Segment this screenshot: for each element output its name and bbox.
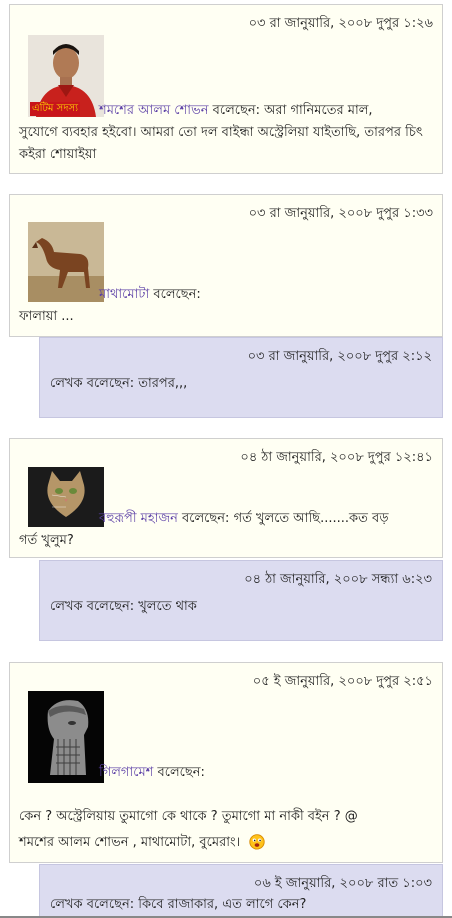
comment-body: শমশের আলম শোভন বলেছেন: অরা গানিমতের মাল,… bbox=[19, 100, 434, 166]
comment-timestamp: ০৩ রা জানুয়ারি, ২০০৮ দুপুর ১:৩৩ bbox=[248, 206, 433, 221]
comment-text: গর্ত খুলুম? bbox=[19, 533, 74, 548]
comment-body: বহুরূপী মহাজন বলেছেন: গর্ত খুলতে আছি....… bbox=[19, 508, 434, 552]
reply-timestamp: ০৩ রা জানুয়ারি, ২০০৮ দুপুর ২:১২ bbox=[247, 349, 432, 364]
comment-body: মাথামোটা বলেছেন: ফালায়া ... bbox=[19, 284, 434, 328]
comment-timestamp: ০৩ রা জানুয়ারি, ২০০৮ দুপুর ১:২৬ bbox=[248, 16, 433, 31]
reply-text: লেখক বলেছেন: খুলতে থাক bbox=[50, 599, 197, 614]
comment-card: ০৩ রা জানুয়ারি, ২০০৮ দুপুর ১:২৬ এটিম সদ… bbox=[9, 4, 443, 174]
author-link[interactable]: শমশের আলম শোভন bbox=[99, 103, 209, 118]
comment-card: ০৫ ই জানুয়ারি, ২০০৮ দুপুর ২:৫১ গিলগামেশ… bbox=[9, 662, 443, 863]
author-reply: ০৩ রা জানুয়ারি, ২০০৮ দুপুর ২:১২ লেখক বল… bbox=[39, 337, 443, 418]
comment-timestamp: ০৪ ঠা জানুয়ারি, ২০০৮ দুপুর ১২:৪১ bbox=[240, 450, 433, 465]
comment-card: ০৩ রা জানুয়ারি, ২০০৮ দুপুর ১:৩৩ মাথামোট… bbox=[9, 194, 443, 337]
comment-text: কেন ? অস্ট্রেলিয়ায় তুমাগো কে থাকে ? তু… bbox=[19, 809, 358, 824]
reply-timestamp: ০৬ ই জানুয়ারি, ২০০৮ রাত ১:০৩ bbox=[253, 876, 432, 891]
author-link[interactable]: বহুরূপী মহাজন bbox=[99, 511, 178, 526]
reply-text: লেখক বলেছেন: কিবে রাজাকার, এত লাগে কেন? bbox=[50, 897, 307, 912]
said-label: বলেছেন: bbox=[212, 103, 261, 118]
comment-body: গিলগামেশ বলেছেন: bbox=[19, 762, 434, 784]
said-label: বলেছেন: bbox=[182, 511, 230, 526]
said-label: বলেছেন: bbox=[157, 765, 205, 780]
comment-text: শমশের আলম শোভন , মাথামোটা, বুমেরাং। bbox=[19, 835, 241, 850]
reply-timestamp: ০৪ ঠা জানুয়ারি, ২০০৮ সন্ধ্যা ৬:২৩ bbox=[244, 572, 432, 587]
said-label: বলেছেন: bbox=[153, 287, 201, 302]
smiley-icon bbox=[249, 834, 266, 850]
comment-text: সুযোগে ব্যবহার হইবো। আমরা তো দল বাইন্ধা … bbox=[19, 125, 423, 162]
author-link[interactable]: মাথামোটা bbox=[99, 287, 149, 302]
reply-text: লেখক বলেছেন: তারপর,,, bbox=[50, 376, 188, 391]
comment-text: গর্ত খুলতে আছি.......কত বড় bbox=[233, 511, 389, 526]
comment-text: ফালায়া ... bbox=[19, 309, 74, 324]
comment-text: অরা গানিমতের মাল, bbox=[264, 103, 373, 118]
author-reply: ০৪ ঠা জানুয়ারি, ২০০৮ সন্ধ্যা ৬:২৩ লেখক … bbox=[39, 560, 443, 641]
author-link[interactable]: গিলগামেশ bbox=[99, 765, 153, 780]
comment-card: ০৪ ঠা জানুয়ারি, ২০০৮ দুপুর ১২:৪১ বহুরূপ… bbox=[9, 438, 443, 558]
author-reply: ০৬ ই জানুয়ারি, ২০০৮ রাত ১:০৩ লেখক বলেছে… bbox=[39, 864, 443, 918]
comment-timestamp: ০৫ ই জানুয়ারি, ২০০৮ দুপুর ২:৫১ bbox=[252, 674, 433, 689]
comment-body: কেন ? অস্ট্রেলিয়ায় তুমাগো কে থাকে ? তু… bbox=[19, 804, 434, 856]
